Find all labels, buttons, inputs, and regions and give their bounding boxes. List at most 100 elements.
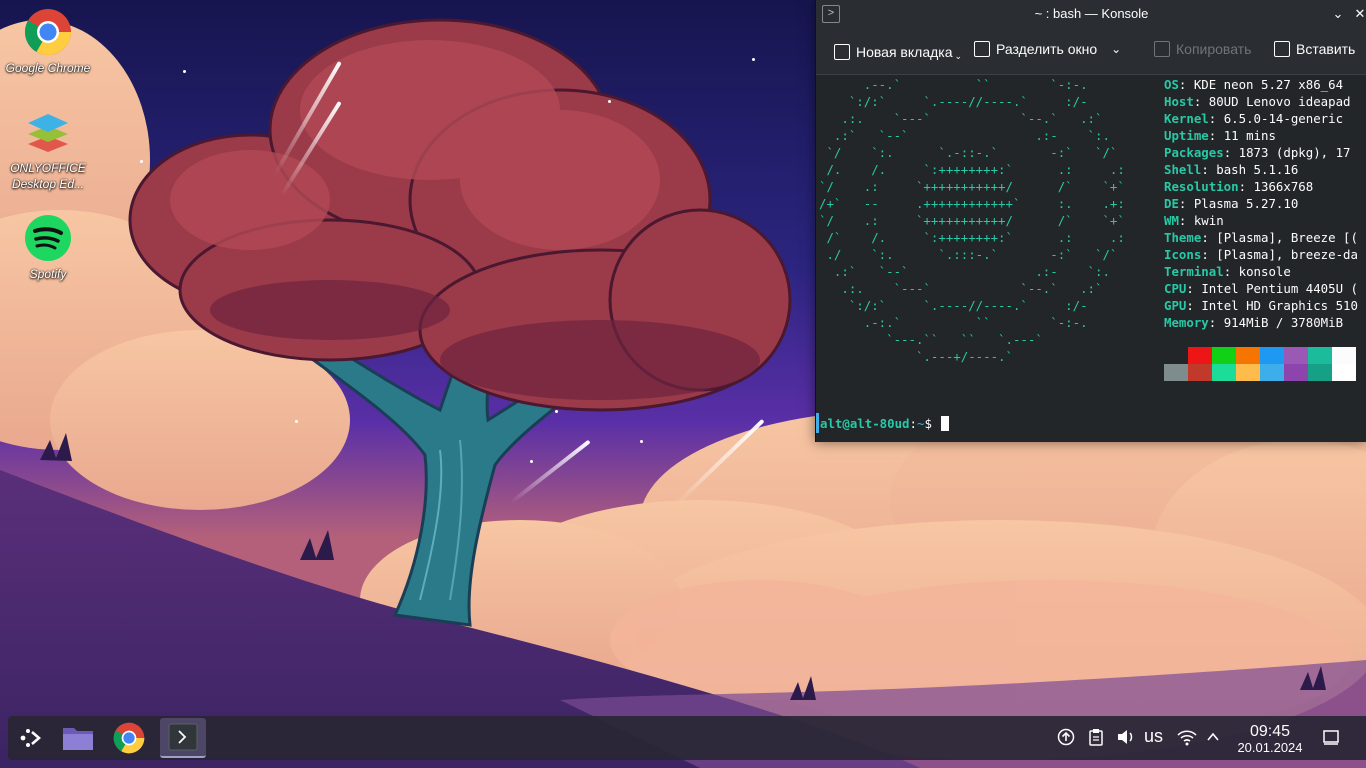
palette-swatch (1308, 347, 1332, 364)
star (752, 58, 755, 61)
info-line: Kernel: 6.5.0-14-generic (1164, 111, 1344, 126)
palette-swatch (1284, 364, 1308, 381)
desktop-icon-spotify[interactable]: Spotify (3, 214, 93, 282)
paste-label: Вставить (1296, 41, 1356, 57)
volume-icon[interactable] (1116, 728, 1136, 752)
copy-button[interactable]: Копировать (1154, 41, 1251, 57)
folder-icon (63, 728, 93, 750)
show-desktop-icon[interactable] (1322, 728, 1340, 752)
clock-time: 09:45 (1249, 723, 1291, 740)
close-icon[interactable]: ✕ (1350, 4, 1366, 24)
info-value: KDE neon 5.27 x86_64 (1193, 77, 1344, 92)
paste-icon (1274, 41, 1290, 57)
info-value: Intel Pentium 4405U ( (1201, 281, 1358, 296)
info-key: Theme (1164, 230, 1202, 245)
chevron-down-icon[interactable]: ⌄ (1111, 42, 1121, 56)
info-key: Memory (1164, 315, 1209, 330)
info-line: GPU: Intel HD Graphics 510 (1164, 298, 1358, 313)
spotify-icon (25, 215, 71, 261)
konsole-window[interactable]: > ~ : bash — Konsole ⌄ ✕ Новая вкладка ⌄… (815, 0, 1366, 442)
chrome-icon (25, 9, 71, 55)
palette-swatch (1212, 364, 1236, 381)
star (530, 460, 533, 463)
logo-line: `:/:` `.----//----.` :/- (819, 94, 1088, 109)
info-key: Kernel (1164, 111, 1209, 126)
shell-prompt[interactable]: alt@alt-80ud:~$ (820, 415, 950, 432)
info-value: kwin (1193, 213, 1224, 228)
info-value: 1873 (dpkg), 17 (1238, 145, 1351, 160)
digital-clock[interactable]: 09:45 20.01.2024 (1230, 723, 1310, 755)
palette-swatch (1332, 347, 1356, 364)
paste-button[interactable]: Вставить (1274, 41, 1355, 57)
kde-launcher-icon (20, 729, 41, 747)
keyboard-layout-indicator[interactable]: us (1144, 726, 1163, 746)
update-notifier-icon[interactable] (1057, 728, 1075, 752)
info-line: CPU: Intel Pentium 4405U ( (1164, 281, 1358, 296)
palette-swatch (1236, 364, 1260, 381)
palette-swatch (1332, 364, 1356, 381)
info-value: 11 mins (1223, 128, 1276, 143)
desktop-icon-onlyoffice[interactable]: ONLYOFFICE Desktop Ed... (3, 108, 93, 192)
info-key: Resolution (1164, 179, 1239, 194)
info-line: Terminal: konsole (1164, 264, 1291, 279)
palette-swatch (1284, 347, 1308, 364)
logo-line: .-:.` `` `-:-. (819, 315, 1088, 330)
taskbar-konsole[interactable] (160, 718, 206, 758)
split-view-button[interactable]: Разделить окно ⌄ (974, 41, 1121, 57)
terminal-icon (168, 723, 198, 751)
palette-swatch (1212, 347, 1236, 364)
info-key: GPU (1164, 298, 1187, 313)
new-tab-label: Новая вкладка (856, 43, 953, 60)
info-line: Icons: [Plasma], breeze-da (1164, 247, 1358, 262)
info-value: bash 5.1.16 (1216, 162, 1299, 177)
star (183, 70, 186, 73)
logo-line: `:/:` `.----//----.` :/- (819, 298, 1088, 313)
neofetch-info: OS: KDE neon 5.27 x86_64 Host: 80UD Lenov… (1164, 76, 1358, 331)
logo-line: `/ `:. `.-::-.` -:` `/` (819, 145, 1118, 160)
minimize-chevron-icon[interactable]: ⌄ (1328, 4, 1348, 24)
copy-label: Копировать (1176, 41, 1252, 57)
star (295, 420, 298, 423)
chevron-down-icon: ⌄ (954, 51, 963, 61)
star (140, 160, 143, 163)
logo-line: .:` `--` .:- `:. (819, 264, 1110, 279)
info-key: OS (1164, 77, 1179, 92)
terminal-area[interactable]: .--.` `` `-:-. `:/:` `.----//----.` :/- … (816, 75, 1366, 442)
info-line: Host: 80UD Lenovo ideapad (1164, 94, 1351, 109)
taskbar-file-manager[interactable] (58, 718, 98, 758)
info-key: Packages (1164, 145, 1224, 160)
split-view-icon (974, 41, 990, 57)
split-view-label: Разделить окно (996, 41, 1098, 57)
logo-line: `/ .: `+++++++++++/ /` `+` (819, 213, 1125, 228)
prompt-symbol: $ (924, 416, 940, 431)
new-tab-button[interactable]: Новая вкладка ⌄ (834, 41, 962, 62)
star (640, 440, 643, 443)
logo-line: /+` -- .++++++++++++` :. .+: (819, 196, 1125, 211)
app-launcher-button[interactable] (10, 718, 50, 758)
prompt-separator: : (909, 416, 917, 431)
logo-line: .:. `---` `--.` .:` (819, 281, 1103, 296)
palette-swatch (1164, 347, 1188, 364)
logo-line: `---.`` `` `.---` (819, 332, 1043, 347)
palette-swatch (1188, 364, 1212, 381)
clipboard-icon[interactable] (1088, 728, 1104, 752)
info-value: Plasma 5.27.10 (1193, 196, 1299, 211)
info-line: DE: Plasma 5.27.10 (1164, 196, 1299, 211)
prompt-marker (816, 413, 819, 433)
info-line: Uptime: 11 mins (1164, 128, 1276, 143)
tray-expand-chevron-icon[interactable] (1206, 728, 1220, 752)
wifi-icon[interactable] (1176, 728, 1198, 752)
palette-swatch (1188, 347, 1212, 364)
info-key: DE (1164, 196, 1179, 211)
onlyoffice-icon (28, 114, 68, 152)
info-line: Theme: [Plasma], Breeze [( (1164, 230, 1358, 245)
info-line: WM: kwin (1164, 213, 1224, 228)
info-value: 6.5.0-14-generic (1223, 111, 1344, 126)
logo-line: .--.` `` `-:-. (819, 77, 1088, 92)
info-line: Memory: 914MiB / 3780MiB (1164, 315, 1344, 330)
taskbar: us 09:45 20.01.2024 (8, 716, 1366, 760)
info-key: Host (1164, 94, 1194, 109)
taskbar-chrome[interactable] (109, 718, 149, 758)
desktop-icon-chrome[interactable]: Google Chrome (3, 8, 93, 76)
window-titlebar[interactable]: > ~ : bash — Konsole ⌄ ✕ (816, 0, 1366, 28)
